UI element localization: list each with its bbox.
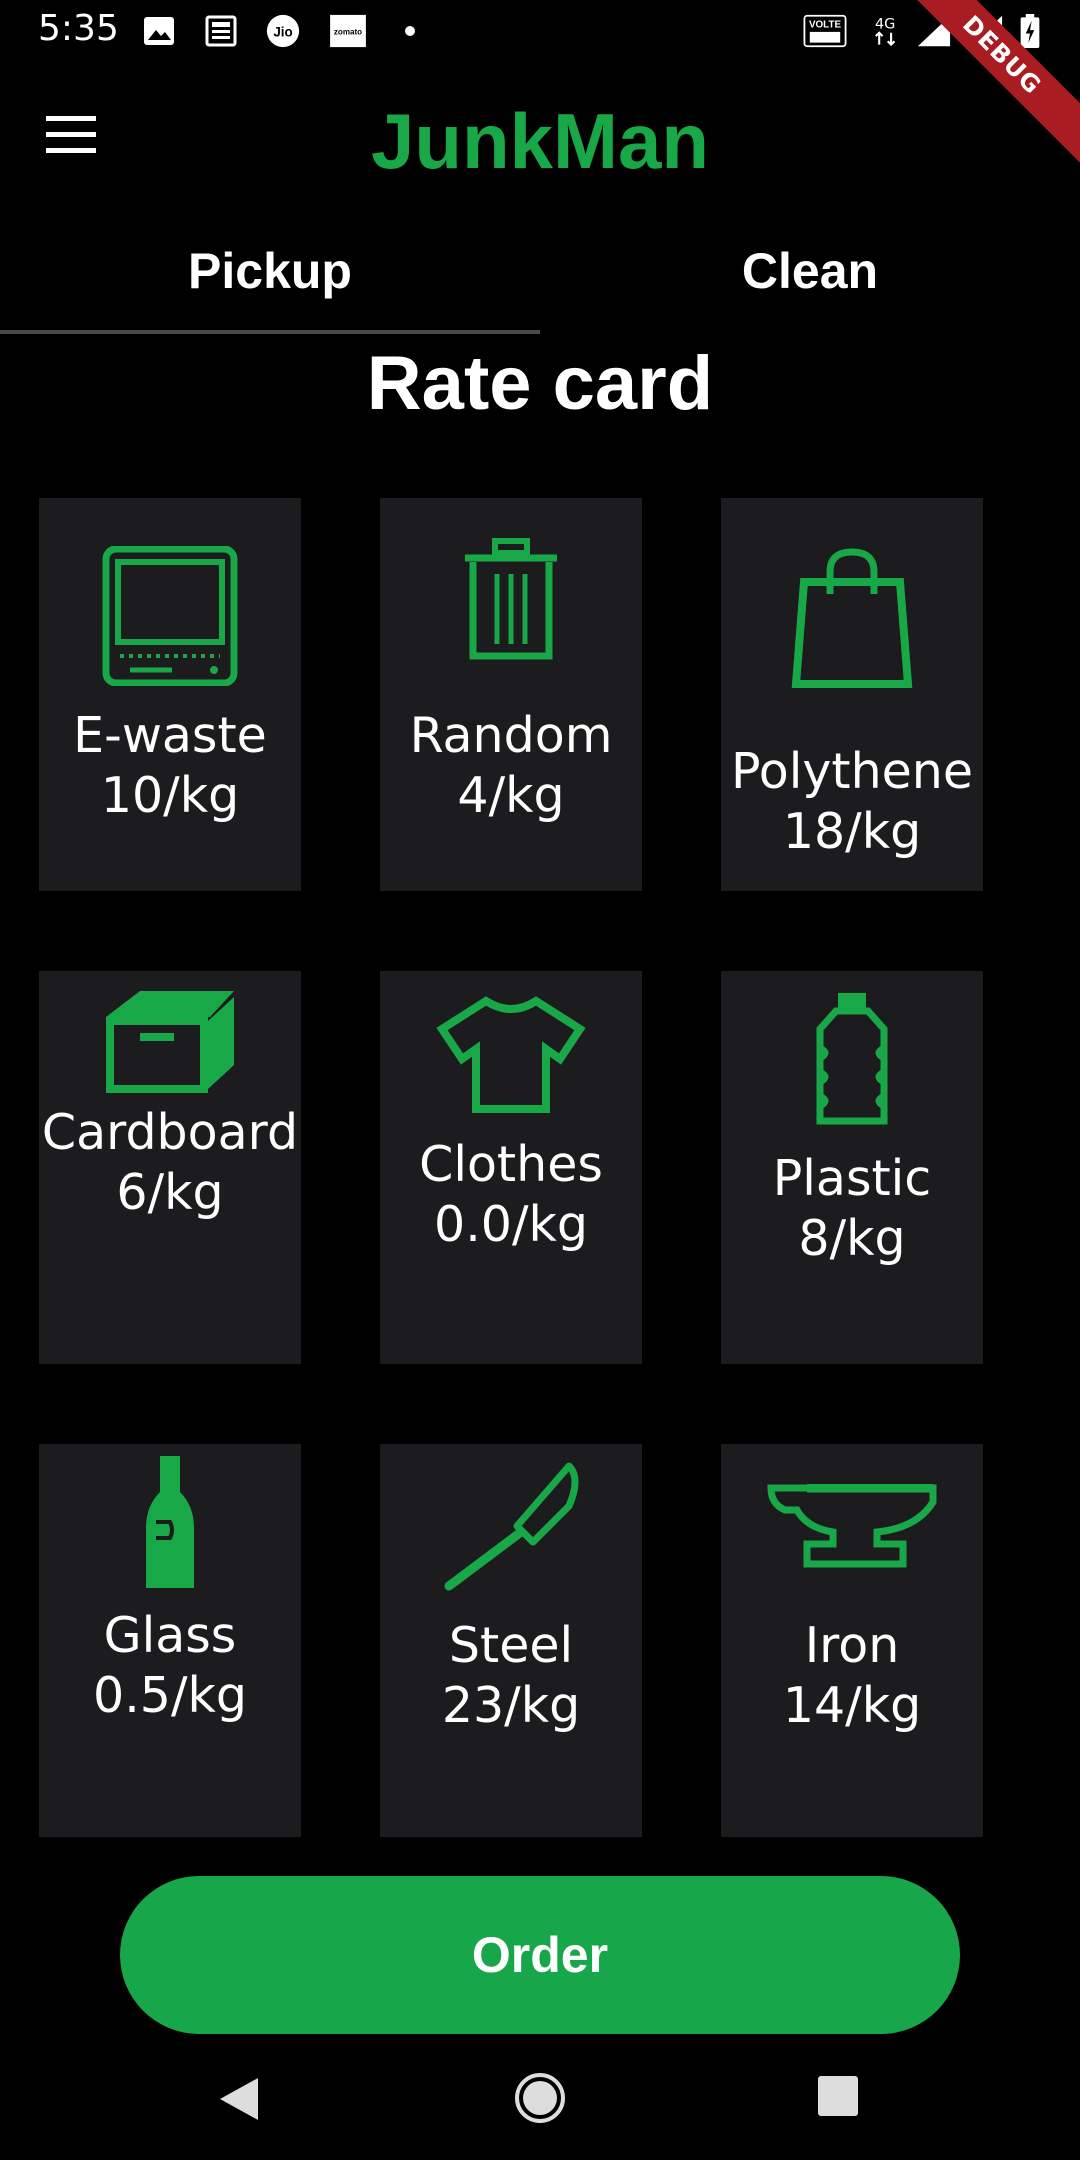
card-rate: 10/kg	[100, 767, 240, 824]
zomato-text: zomato	[334, 28, 362, 37]
card-name: Plastic	[772, 1150, 932, 1207]
card-rate: 14/kg	[782, 1677, 922, 1734]
dot-icon	[405, 26, 415, 36]
card-name: Cardboard	[41, 1104, 299, 1161]
zomato-icon: zomato	[330, 14, 366, 48]
recents-icon[interactable]	[818, 2076, 858, 2116]
rate-card-clothes[interactable]: Clothes 0.0/kg	[380, 971, 642, 1364]
rate-card-cardboard[interactable]: Cardboard 6/kg	[39, 971, 301, 1364]
card-name: Polythene	[730, 743, 973, 800]
rate-card-random[interactable]: Random 4/kg	[380, 498, 642, 891]
glass-bottle-icon	[146, 1456, 194, 1588]
news-icon	[205, 15, 237, 47]
app-title: JunkMan	[370, 97, 710, 185]
tab-clean[interactable]: Clean	[540, 236, 1080, 336]
jio-text: Jio	[273, 24, 292, 39]
rate-card-e-waste[interactable]: E-waste 10/kg	[39, 498, 301, 891]
order-button[interactable]: Order	[120, 1876, 960, 2034]
card-rate: 0.5/kg	[93, 1667, 247, 1724]
back-icon[interactable]	[218, 2076, 260, 2122]
home-icon[interactable]	[514, 2072, 566, 2124]
jio-icon: Jio	[266, 14, 300, 48]
rate-card-iron[interactable]: Iron 14/kg	[721, 1444, 983, 1837]
card-rate: 18/kg	[782, 803, 922, 860]
card-rate: 6/kg	[116, 1164, 224, 1221]
image-icon	[144, 17, 174, 45]
card-name: Clothes	[419, 1136, 603, 1193]
section-title: Rate card	[366, 341, 714, 426]
cardboard-box-icon	[106, 991, 234, 1093]
network-text: 4G	[875, 16, 895, 32]
card-name: Glass	[103, 1607, 237, 1664]
volte-icon: VOLTE	[803, 14, 847, 48]
tshirt-icon	[436, 996, 586, 1113]
trash-bin-icon	[465, 538, 557, 660]
rate-card-glass[interactable]: Glass 0.5/kg	[39, 1444, 301, 1837]
plastic-bottle-icon	[816, 993, 888, 1125]
card-name: E-waste	[73, 707, 267, 764]
volte-text: VOLTE	[809, 19, 841, 30]
laptop-icon	[102, 546, 238, 686]
screen: 5:35 Jio zomato VOLTE 4G DEBUG JunkMan P…	[0, 0, 1080, 2160]
rate-card-polythene[interactable]: Polythene 18/kg	[721, 498, 983, 891]
shopping-bag-icon	[791, 548, 913, 688]
status-bar: 5:35 Jio zomato VOLTE 4G DEBUG	[0, 0, 1080, 169]
card-name: Random	[409, 707, 613, 764]
card-rate: 4/kg	[457, 767, 565, 824]
tab-indicator	[0, 330, 540, 334]
4g-icon: 4G	[875, 16, 895, 47]
tab-pickup[interactable]: Pickup	[0, 236, 540, 336]
status-time: 5:35	[38, 8, 119, 49]
anvil-icon	[767, 1484, 937, 1568]
card-rate: 0.0/kg	[434, 1196, 588, 1253]
card-name: Steel	[448, 1617, 574, 1674]
card-rate: 8/kg	[798, 1210, 906, 1267]
rate-card-plastic[interactable]: Plastic 8/kg	[721, 971, 983, 1364]
battery-charging-icon	[1020, 14, 1040, 48]
rate-card-steel[interactable]: Steel 23/kg	[380, 1444, 642, 1837]
card-name: Iron	[804, 1617, 900, 1674]
knife-icon	[444, 1462, 579, 1591]
card-rate: 23/kg	[441, 1677, 581, 1734]
